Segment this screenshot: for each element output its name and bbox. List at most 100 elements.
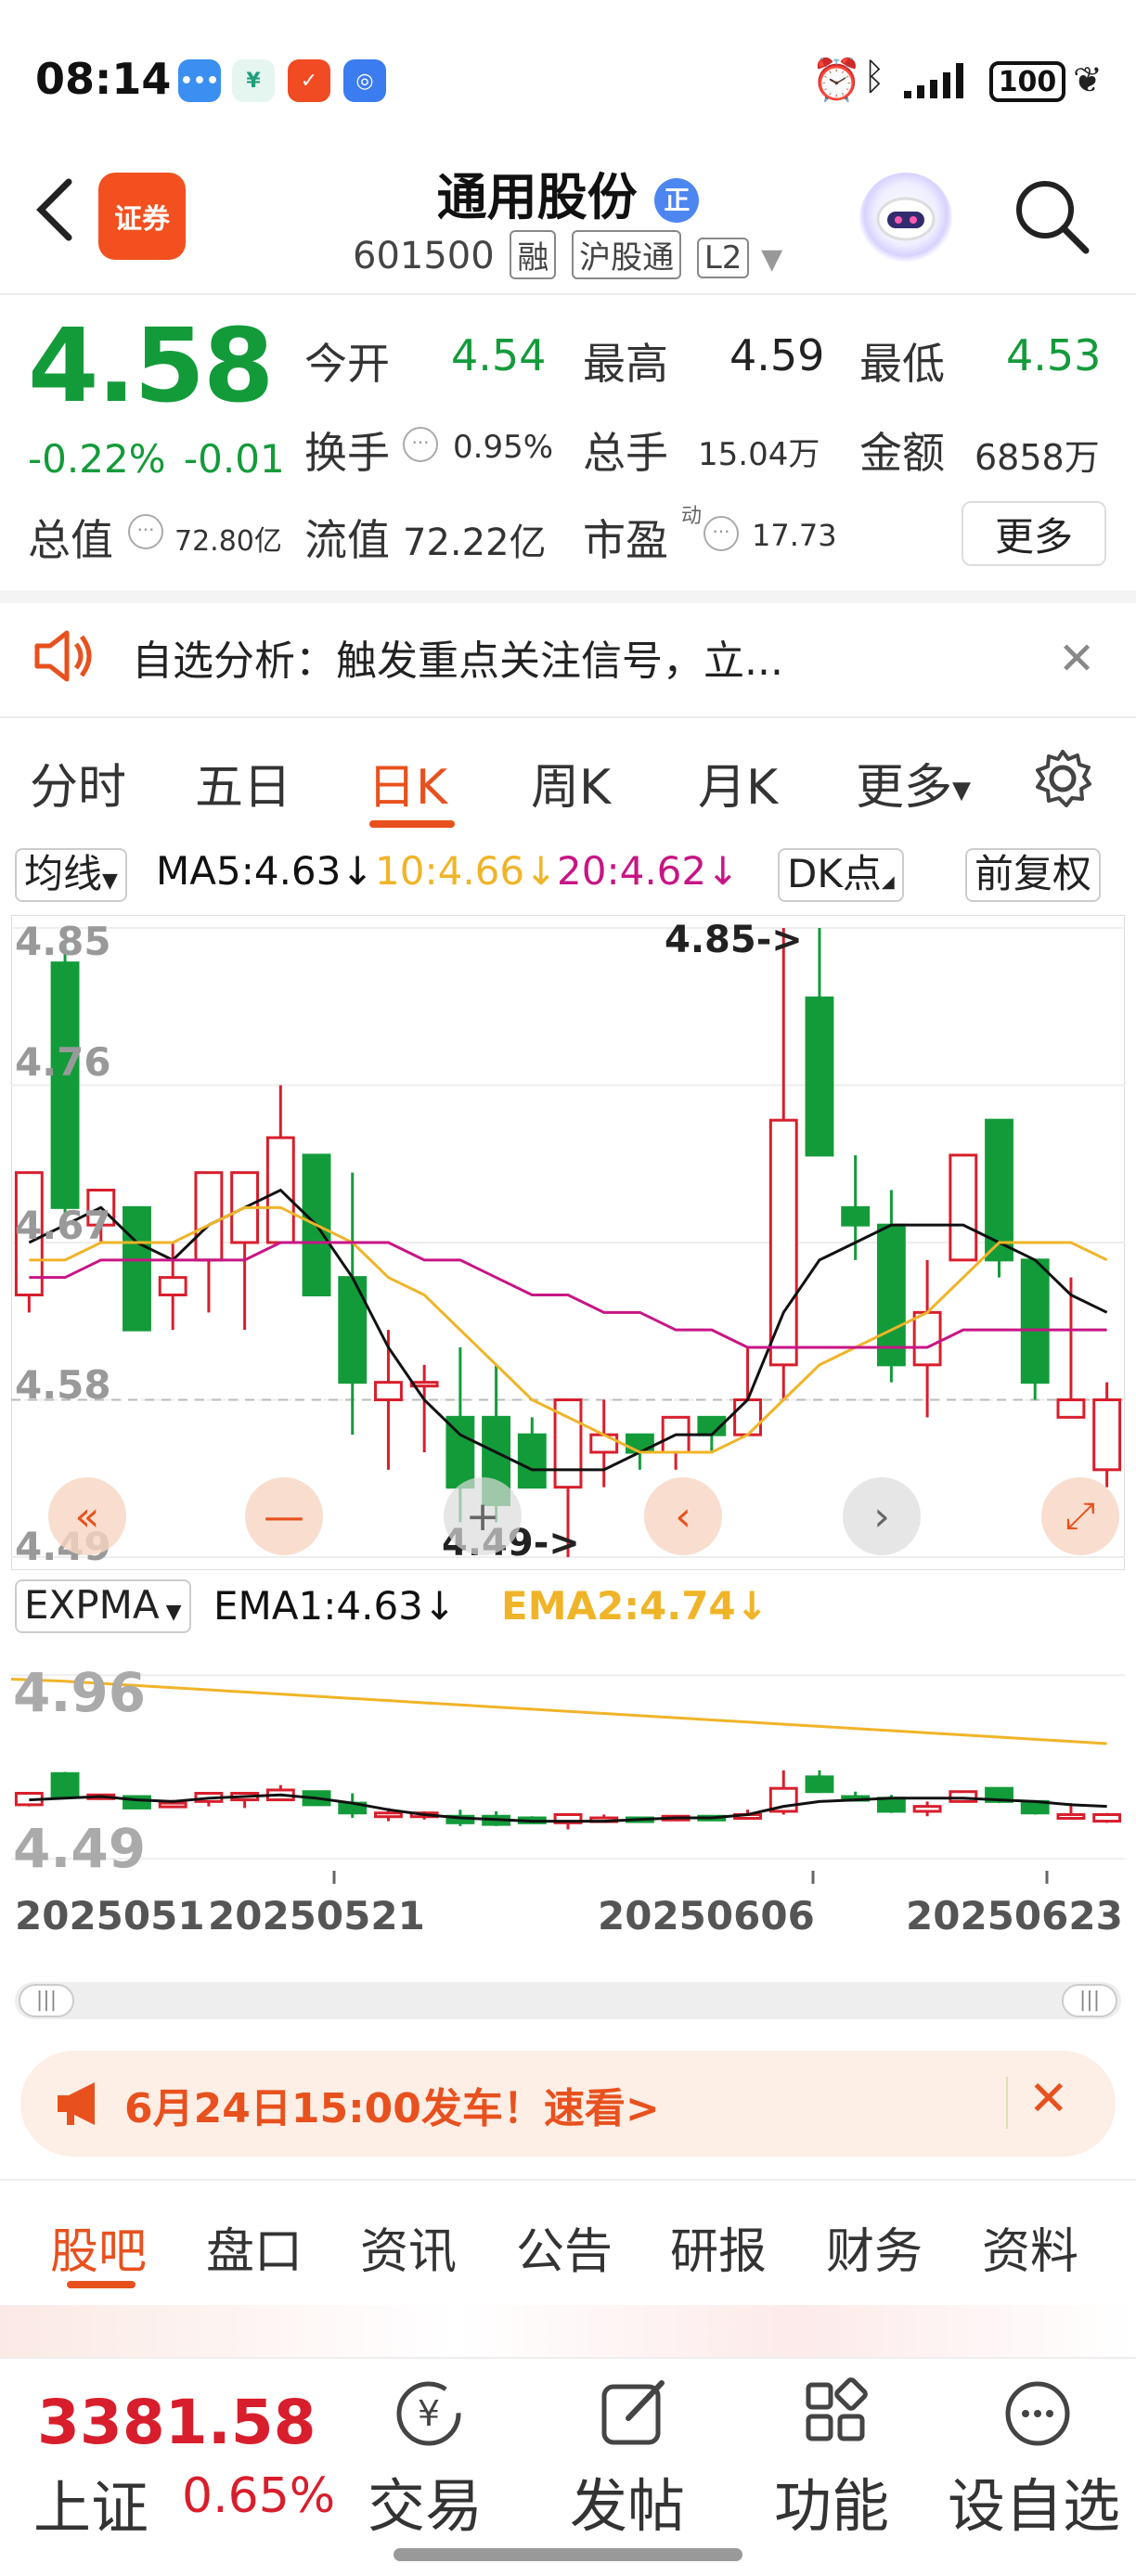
tab-monthly-k[interactable]: 月K [698,748,778,818]
y-tick-label: 4.49 [13,1817,147,1880]
amount-value: 6858万 [975,437,1100,478]
notice-text[interactable]: 自选分析：触发重点关注信号，立... [132,627,783,687]
x-date-label: 20250606 [598,1893,815,1938]
candle-body [158,1801,187,1809]
alarm-icon: ⏰ [811,57,862,104]
open-value: 4.54 [451,330,547,380]
amount-label: 金额 [859,428,945,478]
candle-body [1056,1398,1086,1419]
add-watchlist-button[interactable]: 设自选 [941,2459,1127,2543]
range-scrollbar[interactable]: ||| ||| [15,1982,1121,2019]
tab-order-book[interactable]: 盘口 [206,2212,303,2282]
scroll-left-fast-icon[interactable]: « [48,1477,126,1555]
info-icon[interactable]: ··· [704,516,739,551]
ma20-value: 20:4.62↓ [557,848,740,894]
candle-body [374,1381,403,1401]
zoom-in-icon[interactable]: + [444,1477,522,1555]
tab-intraday[interactable]: 分时 [30,748,126,818]
change-percent: -0.22% [28,436,166,482]
tab-forum[interactable]: 股吧 [50,2212,147,2282]
trade-button[interactable]: 交易 [360,2459,490,2543]
more-button[interactable]: 更多 [962,501,1106,566]
level2-tag: L2 [696,238,750,278]
home-indicator[interactable] [394,2548,742,2561]
high-value: 4.59 [729,330,825,380]
candle-body [949,1153,978,1262]
index-name: 上证 [33,2474,149,2542]
y-tick-label: 4.96 [13,1661,147,1724]
candle-body [50,1771,80,1798]
volume-value: 15.04万 [698,436,820,473]
candle-body [158,1276,187,1296]
close-icon[interactable]: ✕ [1058,633,1095,685]
tab-five-day[interactable]: 五日 [195,748,291,818]
expma-chart[interactable] [11,1642,1125,1884]
stock-code-row[interactable]: 601500 融 沪股通 L2 ▼ [353,230,782,279]
tab-financials[interactable]: 财务 [826,2212,923,2282]
x-date-label: 20250521 [208,1893,425,1938]
tab-announcements[interactable]: 公告 [516,2212,613,2282]
adjust-mode-button[interactable]: 前复权 [965,848,1102,902]
range-handle-right[interactable]: ||| [1062,1984,1117,2017]
signal-icon [902,59,980,100]
candle-body [123,1205,151,1332]
ma-selector[interactable]: 均线▼ [15,848,127,902]
tab-profile[interactable]: 资料 [982,2212,1078,2282]
promo-banner[interactable]: 6月24日15:00发车！速看> ✕ [20,2051,1116,2157]
active-tab-indicator [369,820,455,828]
candle-body [876,1223,906,1367]
expma-selector[interactable]: EXPMA ▼ [15,1579,191,1633]
dk-point-button[interactable]: DK点◢ [778,848,904,902]
tab-research[interactable]: 研报 [670,2212,767,2282]
candle-body [876,1797,906,1813]
candle-body [912,1805,942,1813]
tab-weekly-k[interactable]: 周K [531,748,611,818]
turnover-label: 换手 [304,428,390,478]
y-tick-label: 4.85 [15,919,111,964]
info-icon[interactable]: ··· [403,427,438,462]
expma-frame [11,1642,1125,1884]
post-icon[interactable] [587,2372,679,2469]
stock-code: 601500 [353,235,495,277]
range-handle-left[interactable]: ||| [19,1984,74,2017]
candle-body [841,1205,871,1227]
y-tick-label: 4.76 [15,1039,111,1085]
candle-body [517,1433,547,1489]
index-value[interactable]: 3381.58 [37,2387,316,2458]
tab-news[interactable]: 资讯 [360,2212,457,2282]
ema1-value: EMA1:4.63↓ [213,1583,457,1629]
functions-icon[interactable] [791,2372,884,2469]
bottom-bar: 3381.58 上证 0.65% ¥ 交易 发帖 功能 设自选 [0,2357,1136,2576]
candle-body [1092,1812,1122,1823]
add-watchlist-icon[interactable] [991,2372,1084,2469]
candle-body [1092,1398,1122,1472]
candle-body [1056,1812,1086,1820]
candlestick-chart[interactable] [11,915,1125,1570]
bluetooth-icon: ᛒ [863,56,885,98]
tab-daily-k[interactable]: 日K [368,748,447,818]
close-icon[interactable]: ✕ [1028,2071,1069,2127]
pe-dynamic-sup: 动 [681,505,703,528]
leaf-icon: ❦ [1073,59,1103,100]
scroll-left-icon[interactable]: ‹ [644,1477,722,1555]
post-button[interactable]: 发帖 [562,2459,692,2543]
settings-gear-icon[interactable] [1030,746,1095,811]
scroll-right-icon[interactable]: › [843,1477,921,1555]
robot-assistant-icon[interactable] [859,173,952,265]
trade-icon[interactable]: ¥ [382,2372,475,2469]
wallet-app-icon: ¥ [232,59,275,102]
candle-body [768,1118,798,1367]
securities-app-icon: ✓ [288,59,330,102]
volume-label: 总手 [583,428,668,478]
info-icon[interactable]: ··· [128,514,163,549]
zoom-out-icon[interactable]: — [245,1477,323,1555]
tab-more[interactable]: 更多▼ [856,748,971,818]
change-amount: -0.01 [184,436,285,482]
search-icon[interactable] [1010,174,1093,258]
fullscreen-icon[interactable]: ⤢ [1041,1477,1119,1555]
promo-text: 6月24日15:00发车！速看> [124,2085,660,2132]
functions-button[interactable]: 功能 [767,2459,897,2543]
candle-body [50,961,80,1209]
dropdown-icon: ▼ [761,243,783,276]
low-label: 最低 [859,339,945,389]
